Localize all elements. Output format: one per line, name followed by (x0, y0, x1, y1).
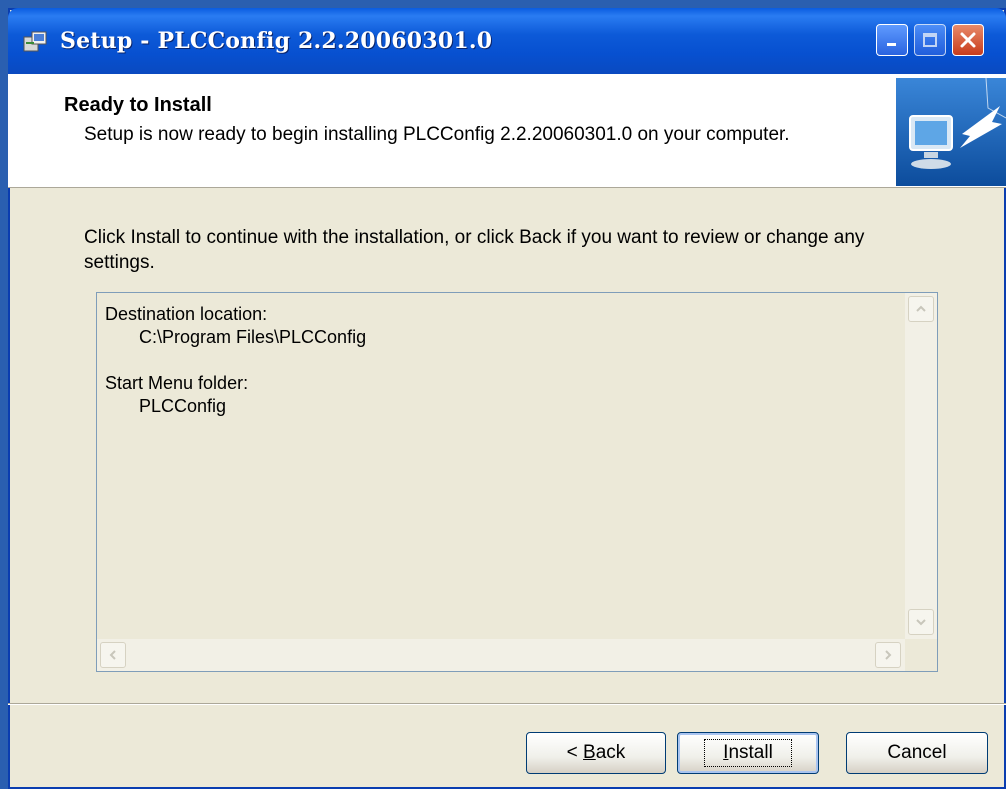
minimize-button[interactable] (876, 24, 908, 56)
computer-install-icon (896, 78, 1006, 186)
back-label: < Back (566, 742, 626, 763)
horizontal-scrollbar[interactable] (97, 639, 905, 671)
setup-window: Setup - PLCConfig 2.2.20060301.0 Ready t… (8, 8, 1006, 789)
maximize-button[interactable] (914, 24, 946, 56)
scroll-left-button[interactable] (100, 642, 126, 668)
back-button[interactable]: < Back (526, 732, 666, 774)
chevron-left-icon (109, 650, 116, 660)
instruction-text: Click Install to continue with the insta… (84, 227, 865, 273)
chevron-right-icon (885, 650, 892, 660)
memo-blank-line (105, 349, 366, 372)
memo-content: Destination location: C:\Program Files\PL… (105, 303, 366, 418)
button-separator (8, 703, 1006, 705)
vertical-scrollbar[interactable] (905, 293, 937, 639)
destination-label: Destination location: (105, 304, 268, 324)
window-title: Setup - PLCConfig 2.2.20060301.0 (60, 28, 493, 54)
destination-value: C:\Program Files\PLCConfig (139, 327, 367, 347)
close-button[interactable] (952, 24, 984, 56)
page-title: Ready to Install (64, 94, 212, 116)
ready-memo[interactable]: Destination location: C:\Program Files\PL… (96, 292, 938, 672)
scrollbar-corner (905, 639, 937, 671)
scroll-down-button[interactable] (908, 609, 934, 635)
install-label: Install (704, 739, 792, 767)
start-menu-label: Start Menu folder: (105, 373, 249, 393)
scroll-up-button[interactable] (908, 296, 934, 322)
start-menu-value: PLCConfig (139, 396, 227, 416)
setup-box-icon (23, 31, 47, 52)
install-button[interactable]: Install (677, 732, 819, 774)
close-icon (960, 32, 976, 48)
minimize-icon (887, 43, 896, 46)
page-subtitle: Setup is now ready to begin installing P… (84, 124, 790, 145)
title-bar[interactable]: Setup - PLCConfig 2.2.20060301.0 (8, 8, 1006, 74)
scroll-right-button[interactable] (875, 642, 901, 668)
cancel-button[interactable]: Cancel (846, 732, 988, 774)
wizard-header: Ready to Install Setup is now ready to b… (8, 74, 1006, 188)
chevron-up-icon (916, 305, 926, 312)
maximize-icon (923, 33, 937, 47)
chevron-down-icon (916, 619, 926, 626)
wizard-body: Click Install to continue with the insta… (8, 188, 1006, 703)
